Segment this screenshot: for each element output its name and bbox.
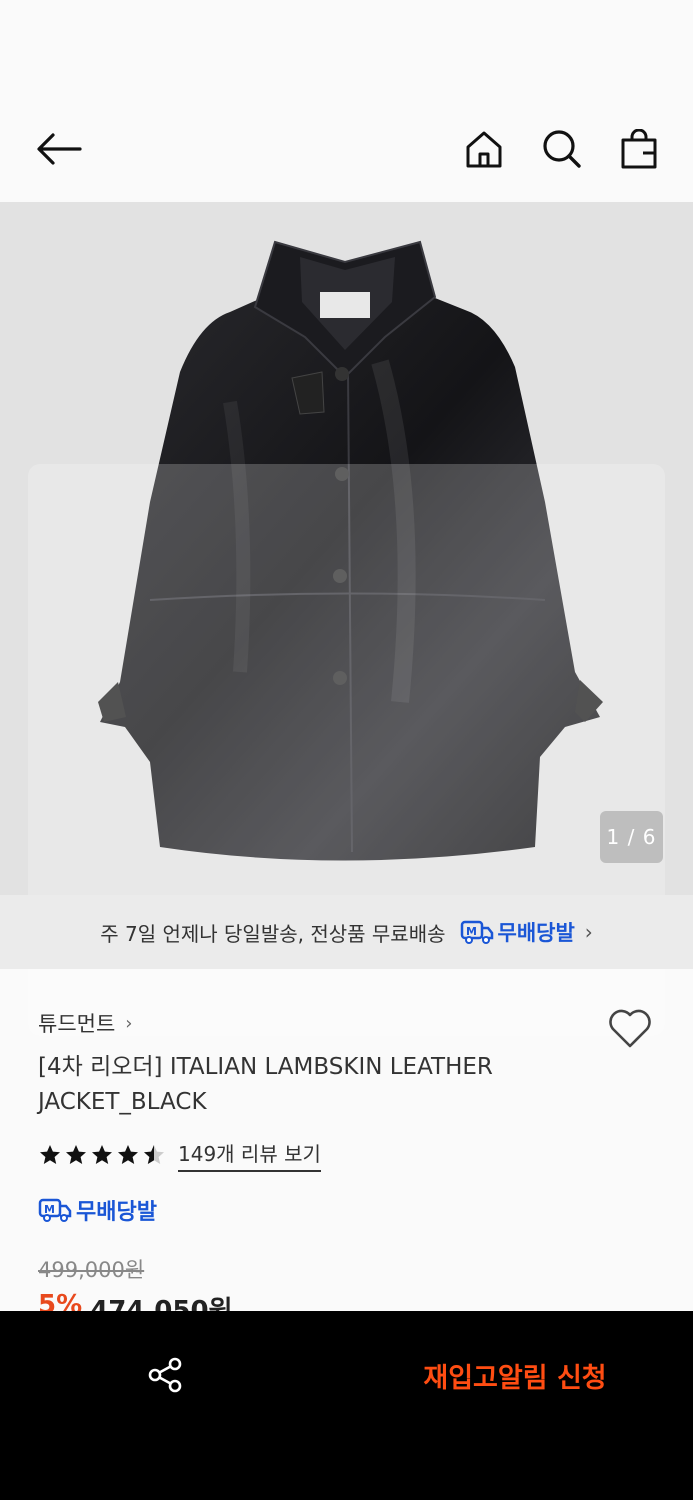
star-icon <box>40 1145 60 1164</box>
original-price: 499,000원 <box>38 1258 145 1282</box>
star-icon <box>118 1145 138 1164</box>
shipping-badge-label: 무배당발 <box>497 921 575 945</box>
reviews-link[interactable]: 149개 리뷰 보기 <box>178 1138 321 1172</box>
arrow-left-icon <box>37 133 82 165</box>
delivery-truck-icon: M <box>38 1198 72 1222</box>
shipping-banner-text: 주 7일 언제나 당일발송, 전상품 무료배송 <box>100 921 446 946</box>
delivery-truck-icon: M <box>460 920 493 944</box>
home-icon <box>466 131 502 168</box>
share-icon <box>148 1357 182 1393</box>
top-header <box>0 0 693 202</box>
free-delivery-badge: M 무배당발 <box>460 917 575 947</box>
bottom-action-bar <box>0 1311 693 1500</box>
shopping-bag-icon <box>621 129 657 169</box>
share-button[interactable] <box>140 1350 190 1400</box>
svg-text:M: M <box>44 1203 55 1216</box>
star-icon <box>92 1145 112 1164</box>
chevron-right-icon: › <box>584 920 593 944</box>
restock-alert-button[interactable]: 재입고알림 신청 <box>390 1350 640 1400</box>
star-icon <box>66 1145 86 1164</box>
chevron-right-icon: › <box>125 1012 133 1034</box>
brand-link[interactable]: 튜드먼트 › <box>38 1008 132 1038</box>
cart-button[interactable] <box>614 124 664 174</box>
badge-label: 무배당발 <box>76 1200 157 1225</box>
home-button[interactable] <box>459 124 509 174</box>
rating-row: 149개 리뷰 보기 <box>38 1138 321 1172</box>
svg-text:M: M <box>466 925 477 938</box>
heart-icon <box>609 1009 651 1048</box>
back-button[interactable] <box>34 124 84 174</box>
search-icon <box>543 130 581 168</box>
brand-name: 튜드먼트 <box>38 1012 116 1036</box>
half-star-icon <box>144 1145 164 1164</box>
search-button[interactable] <box>537 124 587 174</box>
shipping-banner[interactable]: 주 7일 언제나 당일발송, 전상품 무료배송 M 무배당발 › <box>0 895 693 969</box>
product-title: [4차 리오더] ITALIAN LAMBSKIN LEATHER JACKET… <box>38 1054 493 1115</box>
wishlist-button[interactable] <box>606 1006 654 1050</box>
free-delivery-badge: M 무배당발 <box>38 1194 157 1226</box>
